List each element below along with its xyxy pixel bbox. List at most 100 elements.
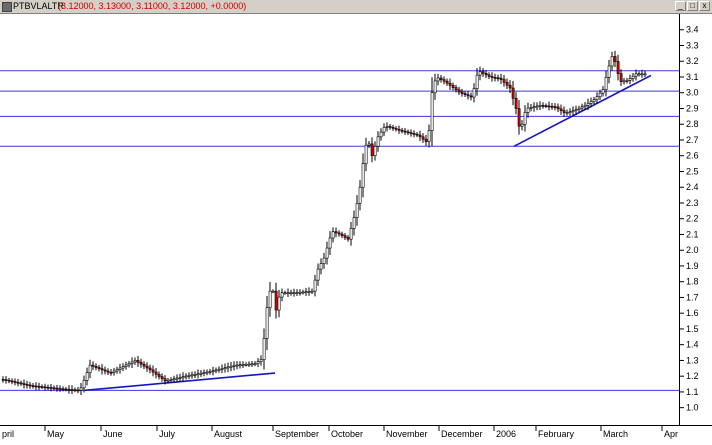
candle-body (628, 78, 632, 81)
candle-body (478, 71, 482, 76)
candle-body (601, 89, 605, 94)
candle-body (499, 77, 503, 80)
candle-body (604, 77, 608, 90)
candle-body (85, 372, 89, 381)
candle-body (298, 291, 302, 294)
candle-body (22, 383, 26, 385)
candle-body (415, 133, 419, 136)
candle-body (325, 247, 329, 259)
chart-window-icon[interactable] (2, 2, 12, 12)
candle-body (391, 127, 395, 129)
candle-body (553, 106, 557, 108)
candle-body (511, 87, 515, 99)
candle-body (130, 361, 134, 364)
candle-body (292, 292, 296, 295)
candle-body (121, 366, 125, 369)
candle-body (520, 123, 524, 127)
candle-body (562, 110, 566, 113)
candle-body (643, 73, 647, 76)
y-tick-label: 2.1 (686, 229, 699, 239)
candle-body (289, 292, 293, 295)
candle-body (586, 103, 590, 106)
minimize-button[interactable]: _ (675, 1, 686, 11)
candle-body (244, 363, 248, 366)
candle-body (10, 380, 14, 383)
candle-body (577, 107, 581, 110)
candle-body (187, 375, 191, 377)
candle-body (82, 379, 86, 389)
candle-body (469, 95, 473, 98)
close-button[interactable]: x (699, 1, 710, 11)
candle-body (151, 369, 155, 373)
y-tick-label: 1.9 (686, 261, 699, 271)
candle-body (34, 385, 38, 388)
candle-body (313, 279, 317, 292)
chart-window: PTBVLALTR (3.12000, 3.13000, 3.11000, 3.… (0, 0, 712, 439)
candle-body (13, 381, 17, 383)
candle-body (502, 79, 506, 83)
candle-body (607, 65, 611, 78)
candle-body (76, 389, 80, 392)
y-tick-label: 1.8 (686, 277, 699, 287)
y-tick-label: 3.0 (686, 88, 699, 98)
candle-body (556, 106, 560, 110)
y-tick-label: 2.7 (686, 135, 699, 145)
candle-body (334, 231, 338, 234)
maximize-button[interactable]: □ (687, 1, 698, 11)
candle-body (508, 84, 512, 89)
candle-body (154, 371, 158, 375)
candle-body (70, 389, 74, 391)
candle-body (310, 290, 314, 293)
x-tick-label: 2006 (496, 429, 516, 439)
candle-body (280, 292, 284, 298)
candle-body (295, 292, 299, 294)
candle-body (475, 74, 479, 89)
candle-body (349, 228, 353, 240)
candle-body (106, 370, 110, 373)
candle-body (286, 292, 290, 295)
y-tick-label: 2.0 (686, 245, 699, 255)
x-tick-label: July (159, 429, 176, 439)
candle-body (214, 369, 218, 372)
price-chart[interactable] (0, 14, 679, 425)
candle-body (301, 291, 305, 294)
candle-body (481, 71, 485, 74)
candle-body (613, 56, 617, 62)
candle-body (316, 268, 320, 281)
candle-body (346, 237, 350, 240)
x-tick-label: pril (2, 429, 14, 439)
candle-body (205, 371, 209, 374)
candle-body (79, 387, 83, 391)
y-tick-label: 3.1 (686, 72, 699, 82)
y-tick-label: 2.4 (686, 182, 699, 192)
candle-body (235, 364, 239, 367)
candle-body (175, 377, 179, 380)
candle-body (28, 384, 32, 387)
candle-body (409, 132, 413, 134)
y-tick-label: 2.6 (686, 151, 699, 161)
candle-body (457, 89, 461, 93)
price-axis[interactable]: 1.0 1.1 1.2 1.3 1.4 1.5 1.6 1.7 1.8 1.9 2.0 2.1 2.2 2… (679, 14, 712, 425)
title-bar[interactable]: PTBVLALTR (3.12000, 3.13000, 3.11000, 3.… (0, 0, 712, 14)
candle-body (250, 363, 254, 366)
candle-body (376, 136, 380, 147)
candle-body (283, 292, 287, 295)
candle-body (598, 92, 602, 97)
time-axis[interactable]: pril May June July August September October Nov… (0, 425, 712, 439)
candle-body (247, 363, 251, 366)
candle-body (370, 143, 374, 157)
candle-body (514, 97, 518, 109)
candle-body (172, 378, 176, 381)
candle-body (595, 96, 599, 100)
candle-body (94, 366, 98, 368)
candle-body (442, 79, 446, 82)
candle-body (625, 80, 629, 82)
candle-body (58, 388, 62, 390)
candle-body (331, 231, 335, 239)
candle-body (262, 338, 266, 360)
candle-body (232, 365, 236, 367)
y-tick-label: 1.6 (686, 308, 699, 318)
candle-body (460, 91, 464, 94)
candle-body (184, 375, 188, 378)
window-buttons: _ □ x (675, 1, 710, 11)
